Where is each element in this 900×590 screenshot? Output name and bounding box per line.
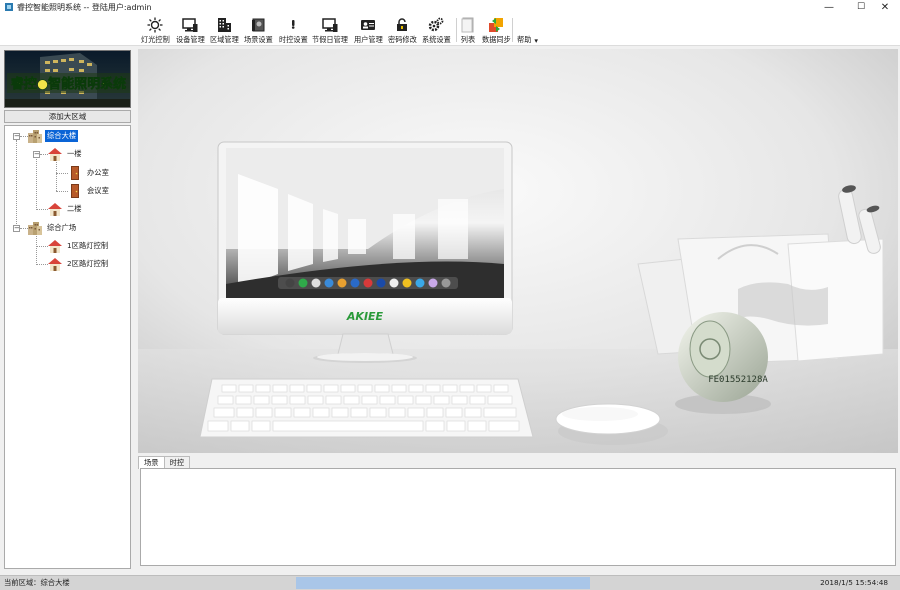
holiday-icon [322, 18, 338, 32]
device-icon [182, 18, 198, 32]
tree-node-plaza[interactable]: 综合广场 [27, 221, 78, 235]
toolbar-holiday-management-button[interactable]: 节假日管理 [312, 17, 348, 45]
app-icon [5, 3, 13, 11]
building-group-icon [28, 222, 42, 235]
toolbar-system-settings-button[interactable]: 系统设置 [422, 17, 451, 45]
toolbar-list-button[interactable]: 列表 [460, 17, 476, 45]
toolbar-label: 列表 [460, 35, 476, 44]
toolbar-user-management-button[interactable]: 用户管理 [354, 17, 383, 45]
tree-connector [36, 156, 37, 210]
tree-collapse-toggle[interactable]: − [13, 133, 20, 140]
tree-node-zone1-streetlight[interactable]: 1区路灯控制 [47, 239, 110, 253]
logo-image: 睿控●智能照明系统 [5, 51, 130, 107]
tree-node-zone2-streetlight[interactable]: 2区路灯控制 [47, 257, 110, 271]
light-icon [147, 17, 163, 33]
add-region-button[interactable]: 添加大区域 [4, 110, 131, 123]
toolbar-device-management-button[interactable]: 设备管理 [176, 17, 205, 45]
toolbar-label: 时控设置 [279, 35, 308, 44]
door-icon [71, 184, 79, 198]
toolbar-region-management-button[interactable]: 区域管理 [210, 17, 239, 45]
status-bar: 当前区域：综合大楼 2018/1/5 15:54:48 [0, 575, 900, 590]
timer-icon [292, 20, 295, 29]
toolbar-timer-settings-button[interactable]: 时控设置 [279, 17, 308, 45]
tree-collapse-toggle[interactable]: − [33, 151, 40, 158]
datetime-status: 2018/1/5 15:54:48 [820, 578, 888, 587]
building-icon [218, 18, 232, 32]
main-illustration: AKIEE FE01552128A [138, 49, 898, 453]
region-tree: − − − 综合大楼 一楼 办公室 会议室 二楼 综合广场 1区路灯控制 2区路… [4, 125, 131, 569]
toolbar: 灯光控制 设备管理 区域管理 场景设置 时控设置 节假日管理 用户管理 密码修改… [0, 14, 900, 46]
password-icon [397, 18, 408, 31]
chevron-down-icon: ▾ [534, 35, 538, 45]
toolbar-separator [456, 18, 457, 42]
tree-connector [16, 140, 17, 230]
toolbar-scene-settings-button[interactable]: 场景设置 [244, 17, 273, 45]
tree-node-office[interactable]: 办公室 [67, 166, 111, 180]
tree-connector [36, 232, 37, 265]
toolbar-label: 用户管理 [354, 35, 383, 44]
toolbar-label: 系统设置 [422, 35, 451, 44]
house-icon [48, 258, 62, 271]
gear-icon [429, 17, 444, 32]
tree-node-label: 会议室 [87, 186, 109, 195]
minimize-button[interactable]: — [814, 0, 844, 14]
sync-icon [489, 18, 504, 32]
house-icon [48, 148, 62, 161]
toolbar-label: 区域管理 [210, 35, 239, 44]
house-icon [48, 240, 62, 253]
app-window: 睿控智能照明系统 -- 登陆用户:admin — ☐ ✕ 灯光控制 设备管理 区… [0, 0, 900, 590]
building-group-icon [28, 130, 42, 143]
user-icon [361, 20, 376, 30]
toolbar-label: 场景设置 [244, 35, 273, 44]
current-area-status: 当前区域：综合大楼 [4, 578, 70, 587]
tree-node-label: 一楼 [67, 149, 82, 158]
tree-node-label: 综合大楼 [45, 130, 79, 142]
tree-connector [56, 162, 57, 191]
brand-logo-text: AKIEE [346, 310, 384, 323]
title-bar: 睿控智能照明系统 -- 登陆用户:admin — ☐ ✕ [0, 0, 900, 14]
toolbar-password-change-button[interactable]: 密码修改 [388, 17, 417, 45]
house-icon [48, 203, 62, 216]
tree-node-first-floor[interactable]: 一楼 [47, 147, 84, 161]
company-logo: 睿控●智能照明系统 [4, 50, 131, 108]
door-icon [71, 166, 79, 180]
banknote-serial: FE01552128A [708, 375, 768, 385]
close-button[interactable]: ✕ [870, 0, 900, 14]
status-progress-bar [296, 577, 590, 589]
tree-node-label: 二楼 [67, 204, 82, 213]
tree-node-meeting-room[interactable]: 会议室 [67, 184, 111, 198]
help-label: 帮助 [517, 35, 532, 44]
toolbar-data-sync-button[interactable]: 数据同步 [482, 17, 511, 45]
tree-node-label: 办公室 [87, 168, 109, 177]
tree-node-label: 2区路灯控制 [67, 259, 109, 268]
tree-node-label: 综合广场 [47, 223, 77, 232]
toolbar-light-control-button[interactable]: 灯光控制 [141, 17, 170, 45]
desktop-scene-image: AKIEE FE01552128A [138, 49, 898, 453]
tree-node-second-floor[interactable]: 二楼 [47, 202, 84, 216]
toolbar-label: 节假日管理 [312, 35, 348, 44]
tree-collapse-toggle[interactable]: − [13, 225, 20, 232]
tab-content-panel [140, 468, 896, 566]
list-icon [461, 17, 474, 33]
window-title: 睿控智能照明系统 -- 登陆用户:admin [17, 3, 152, 12]
toolbar-label: 数据同步 [482, 35, 511, 44]
toolbar-label: 密码修改 [388, 35, 417, 44]
logo-text: 睿控●智能照明系统 [11, 76, 126, 92]
toolbar-label: 灯光控制 [141, 35, 170, 44]
tree-node-complex-building[interactable]: 综合大楼 [27, 129, 79, 143]
tree-node-label: 1区路灯控制 [67, 241, 109, 250]
toolbar-separator [512, 18, 513, 42]
scene-icon [252, 18, 265, 32]
toolbar-label: 设备管理 [176, 35, 205, 44]
